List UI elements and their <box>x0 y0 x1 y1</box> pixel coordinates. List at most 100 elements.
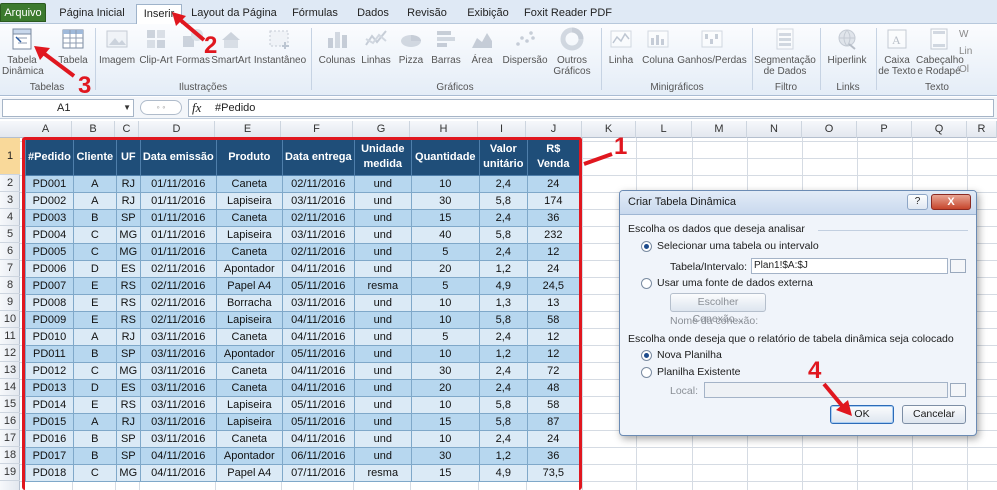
tab-foxit[interactable]: Foxit Reader PDF <box>523 4 613 24</box>
table-cell[interactable]: 36 <box>526 209 580 227</box>
data-table[interactable]: #Pedido Cliente UF Data emissão Produto Data … <box>25 138 580 482</box>
table-cell[interactable]: und <box>353 345 412 363</box>
table-header-cell[interactable]: Cliente <box>72 138 117 176</box>
table-cell[interactable]: 2,4 <box>478 379 528 397</box>
hyperlink-button[interactable]: Hiperlink <box>822 26 872 66</box>
table-cell[interactable]: E <box>72 311 117 329</box>
table-cell[interactable]: 06/11/2016 <box>281 447 355 465</box>
table-cell[interactable]: A <box>72 413 117 431</box>
wordart-button[interactable]: W <box>959 29 968 40</box>
table-cell[interactable]: und <box>353 260 412 278</box>
area-chart-button[interactable]: Área <box>464 26 500 66</box>
chevron-down-icon[interactable]: ▼ <box>123 100 131 116</box>
table-cell[interactable]: 73,5 <box>526 464 580 482</box>
scatter-chart-button[interactable]: Dispersão <box>500 26 550 66</box>
formula-input[interactable]: #Pedido <box>188 99 994 117</box>
table-header-cell[interactable]: Quantidade <box>410 138 480 176</box>
table-cell[interactable]: 20 <box>410 379 480 397</box>
row-header[interactable]: 12 <box>0 345 20 362</box>
table-cell[interactable]: 03/11/2016 <box>139 379 217 397</box>
table-cell[interactable]: Lapiseira <box>215 311 283 329</box>
table-cell[interactable]: PD001 <box>25 175 74 193</box>
table-cell[interactable]: 1,2 <box>478 260 528 278</box>
table-cell[interactable]: 24 <box>526 430 580 448</box>
bars-chart-button[interactable]: Barras <box>428 26 464 66</box>
row-header[interactable]: 3 <box>0 192 20 209</box>
column-header[interactable]: G <box>353 121 410 138</box>
table-cell[interactable]: und <box>353 311 412 329</box>
table-cell[interactable]: PD018 <box>25 464 74 482</box>
table-cell[interactable]: 174 <box>526 192 580 210</box>
external-source-radio[interactable] <box>641 278 652 289</box>
table-cell[interactable]: 04/11/2016 <box>281 362 355 380</box>
existing-sheet-label[interactable]: Planilha Existente <box>657 366 740 378</box>
row-header[interactable]: 10 <box>0 311 20 328</box>
table-cell[interactable]: 48 <box>526 379 580 397</box>
table-cell[interactable]: PD006 <box>25 260 74 278</box>
row-header[interactable]: 6 <box>0 243 20 260</box>
table-cell[interactable]: 72 <box>526 362 580 380</box>
table-cell[interactable]: E <box>72 396 117 414</box>
header-footer-button[interactable]: Cabeçalho e Rodapé <box>916 26 964 77</box>
table-cell[interactable]: und <box>353 226 412 244</box>
table-cell[interactable]: 03/11/2016 <box>139 430 217 448</box>
row-header[interactable]: 14 <box>0 379 20 396</box>
table-cell[interactable]: 5,8 <box>478 192 528 210</box>
name-box[interactable]: A1 ▼ <box>2 99 134 117</box>
table-cell[interactable]: PD015 <box>25 413 74 431</box>
tab-home[interactable]: Página Inicial <box>54 4 130 24</box>
table-cell[interactable]: SP <box>115 430 141 448</box>
table-cell[interactable]: 04/11/2016 <box>281 328 355 346</box>
existing-sheet-radio[interactable] <box>641 367 652 378</box>
new-sheet-radio[interactable] <box>641 350 652 361</box>
table-cell[interactable]: 04/11/2016 <box>139 447 217 465</box>
table-cell[interactable]: 04/11/2016 <box>281 260 355 278</box>
column-header[interactable]: J <box>526 121 582 138</box>
table-cell[interactable]: PD002 <box>25 192 74 210</box>
row-header[interactable]: 9 <box>0 294 20 311</box>
table-cell[interactable]: RJ <box>115 192 141 210</box>
table-cell[interactable]: Caneta <box>215 379 283 397</box>
table-cell[interactable]: und <box>353 413 412 431</box>
pie-chart-button[interactable]: Pizza <box>394 26 428 66</box>
column-header[interactable]: A <box>20 121 72 138</box>
row-header[interactable]: 13 <box>0 362 20 379</box>
table-cell[interactable]: PD012 <box>25 362 74 380</box>
table-cell[interactable]: MG <box>115 226 141 244</box>
table-cell[interactable]: 5,8 <box>478 311 528 329</box>
sparkline-column-button[interactable]: Coluna <box>638 26 678 66</box>
table-cell[interactable]: 2,4 <box>478 243 528 261</box>
table-cell[interactable]: 2,4 <box>478 430 528 448</box>
table-cell[interactable]: PD013 <box>25 379 74 397</box>
table-cell[interactable]: 2,4 <box>478 328 528 346</box>
table-cell[interactable]: A <box>72 328 117 346</box>
table-cell[interactable]: E <box>72 294 117 312</box>
column-header[interactable]: L <box>636 121 692 138</box>
choose-connection-button[interactable]: Escolher Conexão... <box>670 293 766 325</box>
table-cell[interactable]: 05/11/2016 <box>281 277 355 295</box>
table-cell[interactable]: A <box>72 175 117 193</box>
table-cell[interactable]: 36 <box>526 447 580 465</box>
column-header[interactable]: I <box>478 121 526 138</box>
table-header-cell[interactable]: Valor unitário <box>478 138 528 176</box>
table-cell[interactable]: 1,2 <box>478 345 528 363</box>
table-header-cell[interactable]: #Pedido <box>25 138 74 176</box>
table-cell[interactable]: B <box>72 209 117 227</box>
table-cell[interactable]: Apontador <box>215 260 283 278</box>
table-cell[interactable]: C <box>72 362 117 380</box>
table-cell[interactable]: 15 <box>410 413 480 431</box>
column-header[interactable]: F <box>281 121 353 138</box>
row-header[interactable]: 18 <box>0 447 20 464</box>
table-cell[interactable]: resma <box>353 277 412 295</box>
column-header[interactable]: O <box>802 121 857 138</box>
row-header[interactable]: 4 <box>0 209 20 226</box>
table-cell[interactable]: Lapiseira <box>215 413 283 431</box>
range-picker-icon[interactable] <box>950 259 966 273</box>
table-cell[interactable]: und <box>353 192 412 210</box>
table-cell[interactable]: 03/11/2016 <box>139 362 217 380</box>
table-cell[interactable]: Papel A4 <box>215 277 283 295</box>
column-header[interactable]: D <box>139 121 215 138</box>
table-cell[interactable]: 1,3 <box>478 294 528 312</box>
table-cell[interactable]: 12 <box>526 328 580 346</box>
table-cell[interactable]: 20 <box>410 260 480 278</box>
